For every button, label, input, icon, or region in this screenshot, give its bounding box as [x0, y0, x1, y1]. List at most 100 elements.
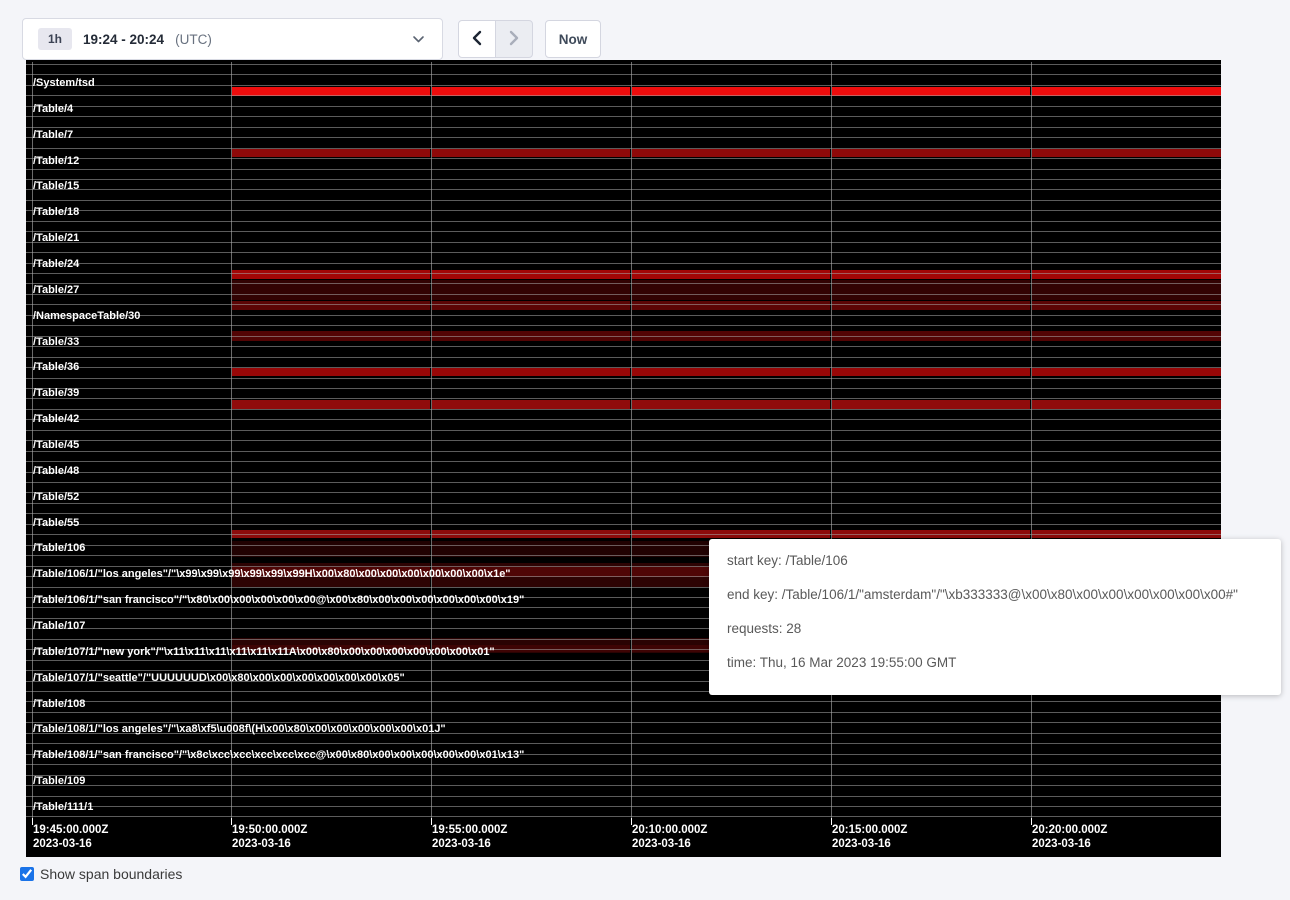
row-label: /Table/106/1/"los angeles"/"\x99\x99\x99… — [33, 568, 511, 580]
row-label: /Table/24 — [33, 258, 79, 270]
span-boundary-line — [26, 74, 1221, 75]
tooltip-end-key: end key: /Table/106/1/"amsterdam"/"\xb33… — [727, 588, 1263, 602]
heatmap-band[interactable] — [432, 368, 630, 376]
span-boundary-line — [26, 796, 1221, 797]
span-boundary-line — [26, 701, 1221, 702]
axis-time-label: 19:55:00.000Z — [432, 824, 507, 836]
heatmap-band[interactable] — [1032, 400, 1221, 409]
row-label: /Table/107/1/"seattle"/"UUUUUUD\x00\x80\… — [33, 672, 405, 684]
span-boundary-line — [26, 325, 1221, 326]
row-label: /Table/111/1 — [33, 801, 93, 813]
row-label: /Table/18 — [33, 206, 79, 218]
heatmap-band[interactable] — [232, 270, 430, 279]
heatmap-band[interactable] — [632, 400, 830, 409]
show-span-boundaries-checkbox[interactable] — [20, 867, 34, 881]
row-label: /Table/39 — [33, 387, 79, 399]
row-label: /Table/108/1/"los angeles"/"\xa8\xf5\u00… — [33, 723, 446, 735]
span-boundary-line — [26, 524, 1221, 525]
axis-date-label: 2023-03-16 — [232, 838, 291, 850]
span-boundary-line — [26, 534, 1221, 535]
heatmap-band[interactable] — [232, 368, 430, 376]
axis-time-label: 20:10:00.000Z — [632, 824, 707, 836]
time-nav-group — [458, 20, 533, 58]
heatmap-band[interactable] — [832, 400, 1030, 409]
row-label: /Table/108/1/"san francisco"/"\x8c\xcc\x… — [33, 749, 524, 761]
axis-time-label: 20:15:00.000Z — [832, 824, 907, 836]
axis-date-label: 2023-03-16 — [1032, 838, 1091, 850]
heatmap-band[interactable] — [432, 149, 630, 157]
span-boundary-line — [26, 263, 1221, 264]
span-boundary-line — [26, 106, 1221, 107]
tooltip-time: time: Thu, 16 Mar 2023 19:55:00 GMT — [727, 656, 1263, 670]
span-boundary-line — [26, 409, 1221, 410]
row-label: /Table/55 — [33, 517, 79, 529]
heatmap-band[interactable] — [232, 400, 430, 409]
span-boundary-line — [26, 148, 1221, 149]
row-label: /Table/48 — [33, 465, 79, 477]
axis-date-label: 2023-03-16 — [33, 838, 92, 850]
time-range-zone: (UTC) — [175, 32, 212, 47]
row-label: /Table/36 — [33, 361, 79, 373]
span-tooltip: start key: /Table/106 end key: /Table/10… — [709, 539, 1281, 695]
span-boundary-line — [26, 336, 1221, 337]
time-range-duration-badge: 1h — [38, 28, 72, 50]
span-boundary-line — [26, 503, 1221, 504]
footer: Show span boundaries — [20, 866, 182, 882]
axis-time-label: 19:50:00.000Z — [232, 824, 307, 836]
chevron-right-icon — [507, 29, 521, 50]
row-label: /Table/4 — [33, 103, 73, 115]
heatmap-band[interactable] — [832, 149, 1030, 157]
heatmap-band[interactable] — [832, 270, 1030, 279]
span-boundary-line — [26, 283, 1221, 284]
time-range-selector[interactable]: 1h 19:24 - 20:24 (UTC) — [22, 18, 443, 60]
span-boundary-line — [26, 388, 1221, 389]
row-label: /Table/107 — [33, 620, 85, 632]
span-boundary-line — [26, 419, 1221, 420]
span-boundary-line — [26, 252, 1221, 253]
row-label: /Table/15 — [33, 180, 79, 192]
chevron-left-icon — [470, 29, 484, 50]
span-boundary-line — [26, 357, 1221, 358]
span-boundary-line — [26, 221, 1221, 222]
span-boundary-line — [26, 85, 1221, 86]
heatmap-band[interactable] — [632, 149, 830, 157]
span-boundary-line — [26, 743, 1221, 744]
span-boundary-line — [26, 127, 1221, 128]
span-boundary-line — [26, 64, 1221, 65]
span-boundary-line — [26, 95, 1221, 96]
now-button[interactable]: Now — [545, 20, 601, 58]
row-label: /Table/21 — [33, 232, 79, 244]
heatmap-band[interactable] — [1032, 270, 1221, 279]
row-label: /Table/12 — [33, 155, 79, 167]
row-label: /Table/107/1/"new york"/"\x11\x11\x11\x1… — [33, 646, 495, 658]
span-boundary-line — [26, 294, 1221, 295]
row-label: /Table/106/1/"san francisco"/"\x80\x00\x… — [33, 594, 524, 606]
span-boundary-line — [26, 367, 1221, 368]
span-boundary-line — [26, 179, 1221, 180]
heatmap-band[interactable] — [632, 368, 830, 376]
heatmap-band[interactable] — [632, 270, 830, 279]
next-range-button[interactable] — [495, 20, 533, 58]
span-boundary-line — [26, 398, 1221, 399]
axis-time-label: 19:45:00.000Z — [33, 824, 108, 836]
show-span-boundaries-label: Show span boundaries — [40, 866, 182, 882]
heatmap-band[interactable] — [432, 400, 630, 409]
span-boundary-line — [26, 816, 1221, 817]
span-boundary-line — [26, 137, 1221, 138]
heatmap-band[interactable] — [232, 149, 430, 157]
row-label: /Table/45 — [33, 439, 79, 451]
row-label: /Table/52 — [33, 491, 79, 503]
heatmap-band[interactable] — [1032, 368, 1221, 376]
span-boundary-line — [26, 346, 1221, 347]
span-boundary-line — [26, 158, 1221, 159]
prev-range-button[interactable] — [458, 20, 496, 58]
span-boundary-line — [26, 806, 1221, 807]
heatmap-band[interactable] — [1032, 149, 1221, 157]
span-boundary-line — [26, 451, 1221, 452]
heatmap-band[interactable] — [432, 270, 630, 279]
keyvis-heatmap-canvas[interactable]: /System/tsd/Table/4/Table/7/Table/12/Tab… — [26, 60, 1221, 857]
heatmap-band[interactable] — [832, 368, 1030, 376]
span-boundary-line — [26, 189, 1221, 190]
axis-date-label: 2023-03-16 — [632, 838, 691, 850]
span-boundary-line — [26, 775, 1221, 776]
